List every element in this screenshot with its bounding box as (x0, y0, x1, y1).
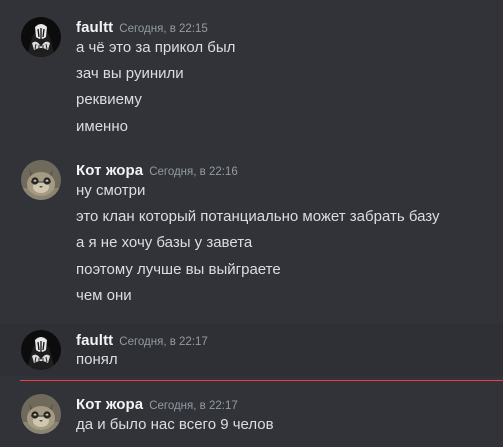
message-text: ну смотри (76, 182, 146, 199)
message-text: а чё это за прикол был (76, 39, 236, 56)
message-group: faultt Сегодня, в 22:15 а чё это за прико… (0, 8, 503, 143)
timestamp[interactable]: Сегодня, в 22:17 (119, 336, 208, 348)
message-header: Кот жора Сегодня, в 22:16 (76, 160, 238, 180)
message-text: реквиему (76, 91, 142, 108)
username[interactable]: faultt (76, 332, 113, 349)
message-text: чем они (76, 287, 132, 304)
message-group: Кот жора Сегодня, в 22:17 да и было нас в… (0, 388, 503, 443)
cat-avatar-icon[interactable] (21, 394, 61, 434)
message-text: это клан который потанциально может забр… (76, 208, 440, 225)
message-text: поэтому лучше вы выйграете (76, 261, 281, 278)
new-messages-divider (20, 380, 503, 381)
message-group: Кот жора Сегодня, в 22:16 ну смотри это к… (0, 152, 503, 312)
username[interactable]: Кот жора (76, 396, 143, 413)
message-text: а я не хочу базы у завета (76, 234, 253, 251)
message-group: faultt Сегодня, в 22:17 понял (0, 324, 503, 376)
message-text: да и было нас всего 9 челов (76, 416, 274, 433)
message-text: именно (76, 118, 128, 135)
cat-avatar-icon[interactable] (21, 160, 61, 200)
chat-message-list: faultt Сегодня, в 22:15 а чё это за прико… (0, 0, 503, 447)
timestamp[interactable]: Сегодня, в 22:15 (119, 23, 208, 35)
username[interactable]: faultt (76, 19, 113, 36)
timestamp[interactable]: Сегодня, в 22:16 (149, 166, 238, 178)
username[interactable]: Кот жора (76, 162, 143, 179)
message-text: понял (76, 351, 118, 368)
message-header: faultt Сегодня, в 22:15 (76, 17, 208, 37)
dark-portrait-avatar-icon[interactable] (21, 17, 61, 57)
message-header: Кот жора Сегодня, в 22:17 (76, 394, 238, 414)
message-text: зач вы руинили (76, 65, 184, 82)
timestamp[interactable]: Сегодня, в 22:17 (149, 400, 238, 412)
dark-portrait-avatar-icon[interactable] (21, 330, 61, 370)
message-header: faultt Сегодня, в 22:17 (76, 330, 208, 350)
